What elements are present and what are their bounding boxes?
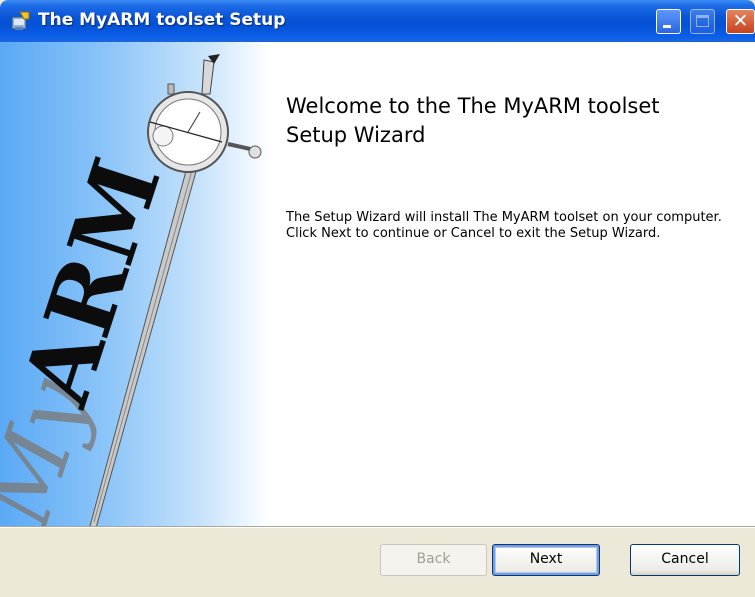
maximize-button[interactable]	[690, 9, 715, 34]
minimize-icon	[663, 25, 671, 28]
window-title: The MyARM toolset Setup	[38, 10, 286, 30]
footer-separator	[0, 526, 755, 528]
welcome-description: The Setup Wizard will install The MyARM …	[286, 210, 722, 241]
cancel-button[interactable]: Cancel	[630, 544, 740, 576]
close-icon: ✕	[732, 10, 749, 32]
next-button[interactable]: Next	[492, 544, 600, 576]
myarm-logo: My ARM	[0, 54, 262, 526]
welcome-heading: Welcome to the The MyARM toolset Setup W…	[286, 94, 660, 147]
banner-panel: My ARM	[0, 42, 270, 526]
title-bar[interactable]: The MyARM toolset Setup ✕	[0, 0, 755, 42]
back-button[interactable]: Back	[380, 544, 487, 576]
installer-icon	[11, 11, 30, 30]
maximize-icon	[696, 15, 709, 27]
minimize-button[interactable]	[656, 9, 681, 34]
logo-arm-text: ARM	[1, 146, 181, 418]
wizard-content: My ARM Welcome to the The MyARM toolset …	[0, 42, 755, 526]
close-button[interactable]: ✕	[726, 9, 755, 34]
setup-window: The MyARM toolset Setup ✕ My ARM Welcome…	[0, 0, 755, 597]
